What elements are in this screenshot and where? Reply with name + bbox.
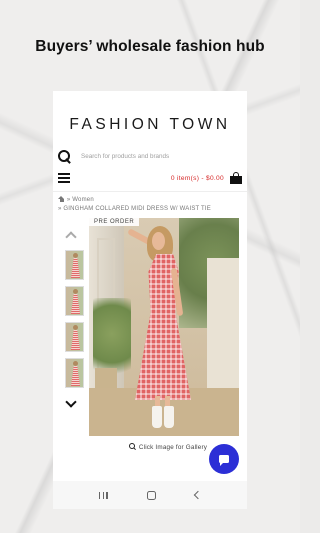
search-icon[interactable] [58,149,71,163]
gallery-hint-label: Click Image for Gallery [138,444,208,451]
recents-icon[interactable] [98,491,108,499]
back-icon[interactable] [194,490,203,500]
breadcrumb: » Women » GINGHAM COLLARED MIDI DRESS W/… [53,192,247,214]
thumbnail[interactable] [65,322,84,352]
search-bar[interactable] [53,147,247,165]
chat-button[interactable] [209,444,239,474]
phone-screen: FASHION TOWN 0 item(s) - $0.00 » Women »… [53,91,247,509]
breadcrumb-product: GINGHAM COLLARED MIDI DRESS W/ WAIST TIE [63,206,211,212]
chevron-down-icon[interactable] [66,398,75,407]
status-bar [53,91,247,103]
breadcrumb-sep: » [66,197,71,203]
zoom-icon [128,443,136,450]
thumbnail-strip [58,218,86,436]
cart-button[interactable]: 0 item(s) - $0.00 [171,172,242,184]
preorder-badge: PRE ORDER [89,218,140,226]
chevron-up-icon[interactable] [66,230,75,239]
product-main-image[interactable]: PRE ORDER [89,218,239,436]
breadcrumb-sep: » [58,206,62,212]
home-icon[interactable] [58,196,65,202]
product-gallery: PRE ORDER [53,218,247,436]
thumbnail[interactable] [65,358,84,388]
search-input[interactable] [81,152,231,160]
promo-headline: Buyers’ wholesale fashion hub [35,38,265,55]
thumbnail[interactable] [65,286,84,316]
thumbnail[interactable] [65,250,84,280]
hamburger-menu-icon[interactable] [58,173,70,183]
cart-summary[interactable]: 0 item(s) - $0.00 [171,175,224,182]
android-nav-bar [53,481,247,509]
breadcrumb-category[interactable]: Women [72,197,94,203]
bag-icon[interactable] [230,172,242,184]
menu-cart-row: 0 item(s) - $0.00 [53,168,247,188]
home-button-icon[interactable] [146,490,156,500]
brand-logo[interactable]: FASHION TOWN [53,103,247,147]
chat-icon [219,455,229,466]
